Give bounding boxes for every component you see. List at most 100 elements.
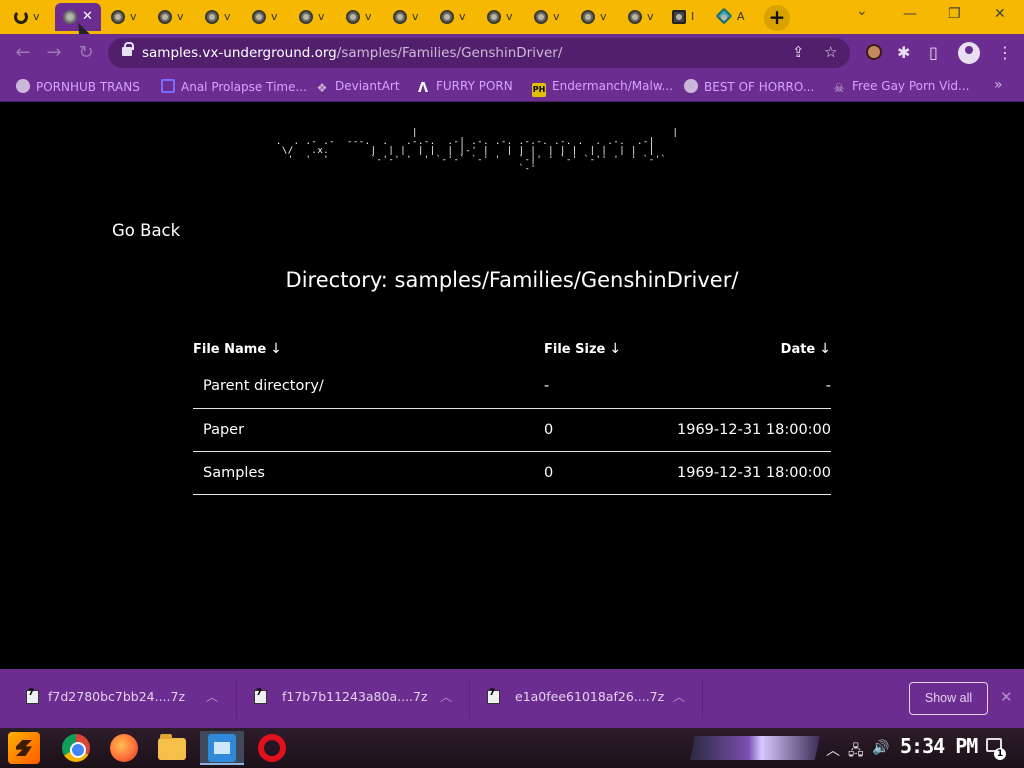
close-shelf-icon[interactable]: ✕ — [1000, 688, 1013, 706]
column-label: Date — [780, 342, 816, 357]
share-icon[interactable]: ⇪ — [792, 43, 805, 61]
tab-7[interactable]: v — [338, 3, 384, 31]
bookmark-star-icon[interactable]: ☆ — [824, 43, 837, 61]
download-item[interactable]: f17b7b11243a80a....7z ︿ — [240, 669, 468, 728]
chrome-taskbar-icon[interactable] — [62, 734, 90, 762]
tab-0[interactable]: v — [6, 3, 52, 31]
bookmark-label: Endermanch/Malw... — [552, 79, 674, 93]
tab-favicon-icon — [158, 10, 172, 24]
file-name-link[interactable]: Paper — [193, 408, 544, 452]
archive-file-icon — [487, 688, 500, 704]
tab-title: v — [459, 10, 466, 23]
chevron-up-icon[interactable]: ︿ — [440, 688, 452, 705]
reload-icon[interactable]: ↻ — [75, 42, 97, 64]
file-name-link[interactable]: Samples — [193, 451, 544, 495]
tab-3[interactable]: v — [150, 3, 196, 31]
tab-13[interactable]: v — [620, 3, 666, 31]
download-item[interactable]: e1a0fee61018af26....7z ︿ — [473, 669, 701, 728]
chevron-up-icon[interactable]: ︿ — [206, 688, 218, 705]
globe-icon — [684, 79, 698, 93]
tab-title: v — [224, 10, 231, 23]
tab-favicon-icon — [346, 10, 360, 24]
file-explorer-taskbar-icon[interactable] — [158, 734, 186, 760]
tab-15[interactable]: A — [710, 3, 756, 31]
tab-8[interactable]: v — [385, 3, 431, 31]
tab-title: v — [553, 10, 560, 23]
tab-favicon-icon — [111, 10, 125, 24]
tab-title: v — [647, 10, 654, 23]
mail-taskbar-icon[interactable] — [208, 734, 236, 762]
tab-favicon-icon — [715, 7, 733, 25]
profile-icon[interactable] — [958, 42, 980, 64]
bookmark-pornhub-trans[interactable]: PORNHUB TRANS — [16, 79, 140, 97]
minimize-button[interactable]: — — [903, 6, 917, 22]
download-file-name: f17b7b11243a80a....7z — [282, 689, 428, 704]
go-back-link[interactable]: Go Back — [112, 221, 180, 240]
bookmark-furry-porn[interactable]: Λ FURRY PORN — [416, 79, 513, 97]
tab-favicon-icon — [393, 10, 407, 24]
tab-favicon-icon — [299, 10, 313, 24]
chevron-up-icon[interactable]: ︿ — [673, 688, 685, 705]
download-file-name: e1a0fee61018af26....7z — [515, 689, 665, 704]
bookmark-label: BEST OF HORRO... — [704, 80, 815, 94]
new-tab-button[interactable]: + — [764, 5, 790, 31]
deviantart-icon: ❖ — [316, 81, 328, 95]
back-icon[interactable]: ← — [12, 42, 34, 64]
address-bar[interactable]: samples.vx-underground.org/samples/Famil… — [108, 38, 850, 68]
file-name-link[interactable]: Parent directory/ — [193, 365, 544, 409]
volume-icon[interactable]: 🔊 — [872, 740, 889, 756]
extension-avatar-icon[interactable] — [866, 44, 882, 60]
tab-14[interactable]: I — [664, 3, 710, 31]
sort-by-date-header[interactable]: Date ↓ — [674, 333, 831, 365]
file-size: - — [544, 365, 674, 409]
tab-favicon-icon — [14, 10, 28, 24]
show-hidden-icons-icon[interactable]: ︿ — [826, 740, 840, 760]
close-window-button[interactable]: ✕ — [994, 6, 1006, 22]
directory-title: Directory: samples/Families/GenshinDrive… — [285, 268, 739, 292]
sort-by-name-header[interactable]: File Name ↓ — [193, 333, 544, 365]
tab-5[interactable]: v — [244, 3, 290, 31]
menu-icon[interactable]: ⋮ — [997, 43, 1013, 62]
tab-2[interactable]: v — [103, 3, 149, 31]
sort-arrow-icon: ↓ — [270, 341, 282, 357]
bookmark-anal-prolapse[interactable]: Anal Prolapse Time... — [161, 79, 307, 97]
divider — [702, 679, 703, 719]
taskbar-clock[interactable]: 5:34 PM — [900, 734, 978, 758]
tab-9[interactable]: v — [432, 3, 478, 31]
firefox-taskbar-icon[interactable] — [110, 734, 138, 762]
network-icon[interactable]: 🖧 — [848, 740, 864, 764]
file-listing-table: File Name ↓ File Size ↓ Date ↓ Parent direc… — [193, 333, 831, 495]
url-text[interactable]: samples.vx-underground.org/samples/Famil… — [142, 45, 562, 61]
taskbar-decoration — [690, 736, 820, 760]
bookmark-endermanch[interactable]: PH Endermanch/Malw... — [532, 79, 673, 97]
maximize-button[interactable]: ❐ — [948, 6, 961, 22]
tab-4[interactable]: v — [197, 3, 243, 31]
table-row: Samples 0 1969-12-31 18:00:00 — [193, 451, 831, 495]
archive-file-icon — [26, 688, 39, 704]
tab-6[interactable]: v — [291, 3, 337, 31]
bookmark-label: Anal Prolapse Time... — [181, 80, 307, 94]
start-button-icon[interactable] — [8, 732, 40, 764]
opera-taskbar-icon[interactable] — [258, 734, 286, 762]
skull-icon: ☠ — [833, 81, 845, 95]
extensions-icon[interactable]: ✱ — [897, 43, 910, 62]
download-item[interactable]: f7d2780bc7bb24....7z ︿ — [8, 669, 236, 728]
sort-by-size-header[interactable]: File Size ↓ — [544, 333, 674, 365]
divider — [236, 679, 237, 719]
lock-icon[interactable] — [122, 42, 134, 56]
tab-12[interactable]: v — [573, 3, 619, 31]
side-panel-icon[interactable]: ▯ — [929, 43, 938, 62]
bookmark-best-of-horror[interactable]: BEST OF HORRO... — [684, 79, 814, 97]
sort-arrow-icon: ↓ — [609, 341, 622, 357]
more-bookmarks-icon[interactable]: » — [994, 77, 1003, 93]
show-all-downloads-button[interactable]: Show all — [909, 682, 988, 715]
bookmark-free-gay-porn[interactable]: ☠ Free Gay Porn Vid... — [832, 79, 970, 97]
tab-favicon-icon — [628, 10, 642, 24]
table-header-row: File Name ↓ File Size ↓ Date ↓ — [193, 333, 831, 365]
bookmark-deviantart[interactable]: ❖ DeviantArt — [315, 79, 400, 97]
forward-icon[interactable]: → — [43, 42, 65, 64]
tab-10[interactable]: v — [479, 3, 525, 31]
tab-11[interactable]: v — [526, 3, 572, 31]
tab-search-dropdown-icon[interactable]: ⌄ — [856, 3, 868, 19]
divider — [469, 679, 470, 719]
